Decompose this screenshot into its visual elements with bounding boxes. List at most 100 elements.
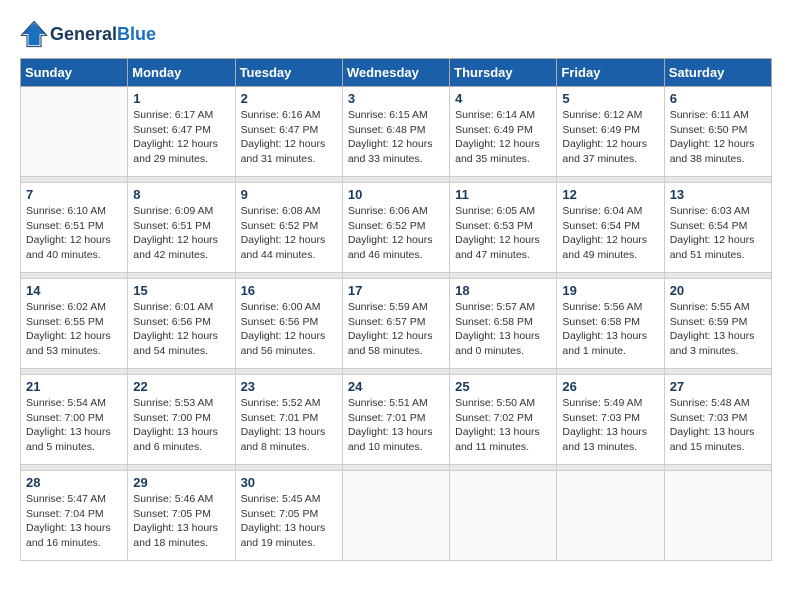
weekday-header-sunday: Sunday (21, 59, 128, 87)
day-info: Sunrise: 5:56 AM Sunset: 6:58 PM Dayligh… (562, 300, 658, 359)
calendar-cell (664, 471, 771, 561)
day-number: 12 (562, 187, 658, 202)
day-number: 18 (455, 283, 551, 298)
day-number: 27 (670, 379, 766, 394)
day-info: Sunrise: 6:09 AM Sunset: 6:51 PM Dayligh… (133, 204, 229, 263)
calendar-cell: 23 Sunrise: 5:52 AM Sunset: 7:01 PM Dayli… (235, 375, 342, 465)
day-number: 14 (26, 283, 122, 298)
day-number: 11 (455, 187, 551, 202)
calendar-cell: 7 Sunrise: 6:10 AM Sunset: 6:51 PM Daylig… (21, 183, 128, 273)
weekday-header-wednesday: Wednesday (342, 59, 449, 87)
day-info: Sunrise: 6:06 AM Sunset: 6:52 PM Dayligh… (348, 204, 444, 263)
calendar-cell: 8Sunrise: 6:09 AM Sunset: 6:51 PM Daylig… (128, 183, 235, 273)
calendar-cell: 12Sunrise: 6:04 AM Sunset: 6:54 PM Dayli… (557, 183, 664, 273)
week-row-2: 7 Sunrise: 6:10 AM Sunset: 6:51 PM Daylig… (21, 183, 772, 273)
calendar-cell (450, 471, 557, 561)
calendar-cell: 9 Sunrise: 6:08 AM Sunset: 6:52 PM Daylig… (235, 183, 342, 273)
day-info: Sunrise: 6:00 AM Sunset: 6:56 PM Dayligh… (241, 300, 337, 359)
day-number: 2 (241, 91, 337, 106)
day-info: Sunrise: 6:10 AM Sunset: 6:51 PM Dayligh… (26, 204, 122, 263)
calendar-cell (557, 471, 664, 561)
day-info: Sunrise: 5:48 AM Sunset: 7:03 PM Dayligh… (670, 396, 766, 455)
calendar-cell: 27 Sunrise: 5:48 AM Sunset: 7:03 PM Dayli… (664, 375, 771, 465)
calendar-cell: 19 Sunrise: 5:56 AM Sunset: 6:58 PM Dayli… (557, 279, 664, 369)
day-info: Sunrise: 5:52 AM Sunset: 7:01 PM Dayligh… (241, 396, 337, 455)
calendar-cell: 5Sunrise: 6:12 AM Sunset: 6:49 PM Daylig… (557, 87, 664, 177)
day-number: 1 (133, 91, 229, 106)
calendar-cell: 11 Sunrise: 6:05 AM Sunset: 6:53 PM Dayli… (450, 183, 557, 273)
day-info: Sunrise: 5:47 AM Sunset: 7:04 PM Dayligh… (26, 492, 122, 551)
calendar-cell: 26 Sunrise: 5:49 AM Sunset: 7:03 PM Dayli… (557, 375, 664, 465)
calendar-cell: 3 Sunrise: 6:15 AM Sunset: 6:48 PM Daylig… (342, 87, 449, 177)
day-number: 16 (241, 283, 337, 298)
day-info: Sunrise: 6:02 AM Sunset: 6:55 PM Dayligh… (26, 300, 122, 359)
day-number: 26 (562, 379, 658, 394)
day-number: 3 (348, 91, 444, 106)
weekday-header-thursday: Thursday (450, 59, 557, 87)
day-info: Sunrise: 6:14 AM Sunset: 6:49 PM Dayligh… (455, 108, 551, 167)
day-info: Sunrise: 5:51 AM Sunset: 7:01 PM Dayligh… (348, 396, 444, 455)
calendar-cell: 6 Sunrise: 6:11 AM Sunset: 6:50 PM Daylig… (664, 87, 771, 177)
calendar-cell: 10 Sunrise: 6:06 AM Sunset: 6:52 PM Dayli… (342, 183, 449, 273)
day-info: Sunrise: 5:54 AM Sunset: 7:00 PM Dayligh… (26, 396, 122, 455)
day-info: Sunrise: 5:45 AM Sunset: 7:05 PM Dayligh… (241, 492, 337, 551)
day-number: 7 (26, 187, 122, 202)
day-info: Sunrise: 6:08 AM Sunset: 6:52 PM Dayligh… (241, 204, 337, 263)
day-number: 22 (133, 379, 229, 394)
calendar-cell (342, 471, 449, 561)
calendar-cell (21, 87, 128, 177)
day-number: 15 (133, 283, 229, 298)
calendar-cell: 13 Sunrise: 6:03 AM Sunset: 6:54 PM Dayli… (664, 183, 771, 273)
day-number: 29 (133, 475, 229, 490)
day-info: Sunrise: 6:15 AM Sunset: 6:48 PM Dayligh… (348, 108, 444, 167)
weekday-header-saturday: Saturday (664, 59, 771, 87)
day-info: Sunrise: 5:55 AM Sunset: 6:59 PM Dayligh… (670, 300, 766, 359)
calendar-cell: 15 Sunrise: 6:01 AM Sunset: 6:56 PM Dayli… (128, 279, 235, 369)
calendar-cell: 18 Sunrise: 5:57 AM Sunset: 6:58 PM Dayli… (450, 279, 557, 369)
calendar-cell: 20 Sunrise: 5:55 AM Sunset: 6:59 PM Dayli… (664, 279, 771, 369)
day-number: 13 (670, 187, 766, 202)
day-number: 21 (26, 379, 122, 394)
week-row-1: 1 Sunrise: 6:17 AM Sunset: 6:47 PM Daylig… (21, 87, 772, 177)
day-number: 9 (241, 187, 337, 202)
calendar-cell: 29 Sunrise: 5:46 AM Sunset: 7:05 PM Dayli… (128, 471, 235, 561)
calendar-cell: 30 Sunrise: 5:45 AM Sunset: 7:05 PM Dayli… (235, 471, 342, 561)
day-info: Sunrise: 5:59 AM Sunset: 6:57 PM Dayligh… (348, 300, 444, 359)
day-info: Sunrise: 6:17 AM Sunset: 6:47 PM Dayligh… (133, 108, 229, 167)
day-number: 19 (562, 283, 658, 298)
day-info: Sunrise: 6:12 AM Sunset: 6:49 PM Dayligh… (562, 108, 658, 167)
logo-text: GeneralBlue (50, 24, 156, 45)
weekday-header-monday: Monday (128, 59, 235, 87)
week-row-3: 14 Sunrise: 6:02 AM Sunset: 6:55 PM Dayli… (21, 279, 772, 369)
day-info: Sunrise: 6:11 AM Sunset: 6:50 PM Dayligh… (670, 108, 766, 167)
day-number: 30 (241, 475, 337, 490)
day-number: 25 (455, 379, 551, 394)
header: GeneralBlue (20, 20, 772, 48)
weekday-header-row: SundayMondayTuesdayWednesdayThursdayFrid… (21, 59, 772, 87)
calendar-cell: 16 Sunrise: 6:00 AM Sunset: 6:56 PM Dayli… (235, 279, 342, 369)
day-number: 17 (348, 283, 444, 298)
calendar-cell: 14 Sunrise: 6:02 AM Sunset: 6:55 PM Dayli… (21, 279, 128, 369)
calendar-cell: 2 Sunrise: 6:16 AM Sunset: 6:47 PM Daylig… (235, 87, 342, 177)
weekday-header-friday: Friday (557, 59, 664, 87)
day-info: Sunrise: 6:05 AM Sunset: 6:53 PM Dayligh… (455, 204, 551, 263)
calendar-cell: 24Sunrise: 5:51 AM Sunset: 7:01 PM Dayli… (342, 375, 449, 465)
day-info: Sunrise: 6:03 AM Sunset: 6:54 PM Dayligh… (670, 204, 766, 263)
day-number: 6 (670, 91, 766, 106)
day-info: Sunrise: 5:49 AM Sunset: 7:03 PM Dayligh… (562, 396, 658, 455)
day-number: 4 (455, 91, 551, 106)
day-info: Sunrise: 5:57 AM Sunset: 6:58 PM Dayligh… (455, 300, 551, 359)
day-number: 10 (348, 187, 444, 202)
calendar-cell: 1 Sunrise: 6:17 AM Sunset: 6:47 PM Daylig… (128, 87, 235, 177)
calendar-cell: 28Sunrise: 5:47 AM Sunset: 7:04 PM Dayli… (21, 471, 128, 561)
day-number: 20 (670, 283, 766, 298)
day-number: 23 (241, 379, 337, 394)
day-info: Sunrise: 6:16 AM Sunset: 6:47 PM Dayligh… (241, 108, 337, 167)
page-container: GeneralBlue SundayMondayTuesdayWednesday… (0, 0, 792, 571)
weekday-header-tuesday: Tuesday (235, 59, 342, 87)
calendar-cell: 21 Sunrise: 5:54 AM Sunset: 7:00 PM Dayli… (21, 375, 128, 465)
day-info: Sunrise: 6:01 AM Sunset: 6:56 PM Dayligh… (133, 300, 229, 359)
week-row-5: 28Sunrise: 5:47 AM Sunset: 7:04 PM Dayli… (21, 471, 772, 561)
calendar-cell: 22Sunrise: 5:53 AM Sunset: 7:00 PM Dayli… (128, 375, 235, 465)
day-info: Sunrise: 5:46 AM Sunset: 7:05 PM Dayligh… (133, 492, 229, 551)
